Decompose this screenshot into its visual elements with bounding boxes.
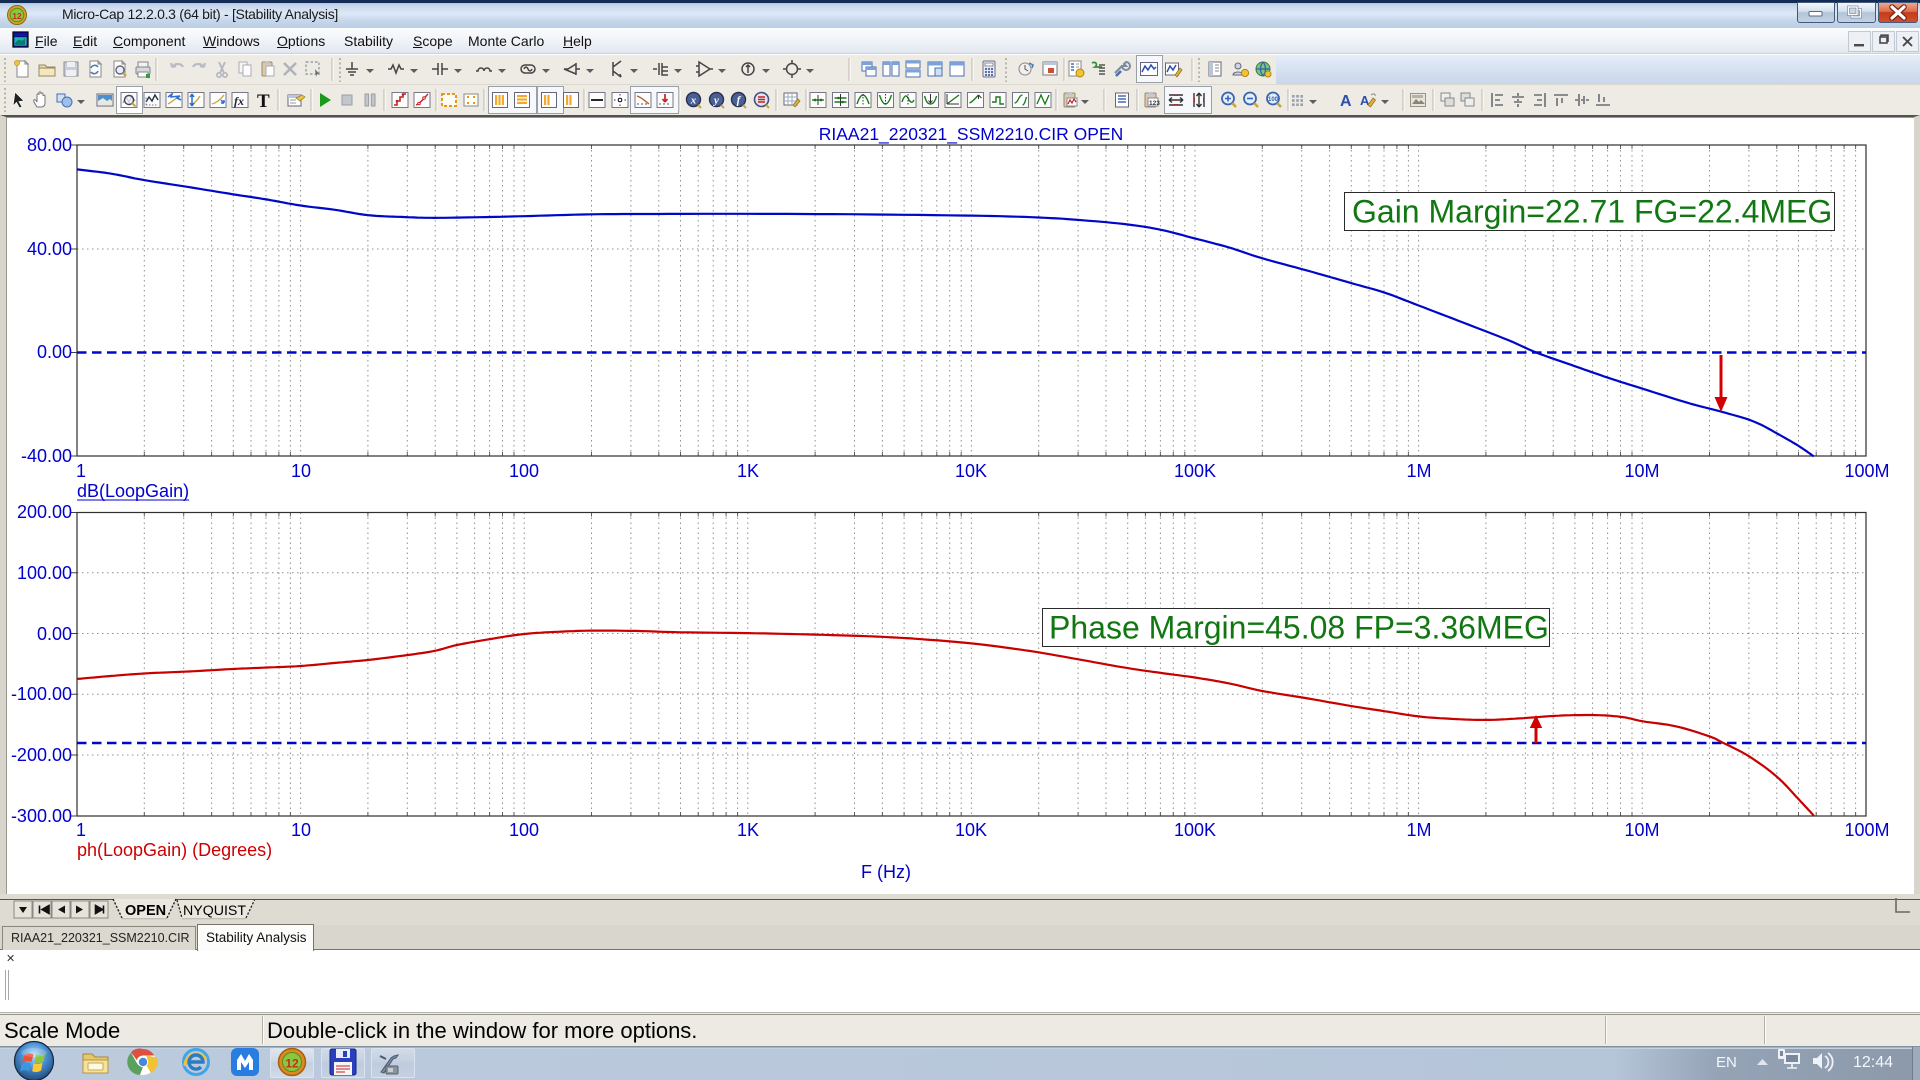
svg-text:12: 12 xyxy=(285,1057,299,1071)
